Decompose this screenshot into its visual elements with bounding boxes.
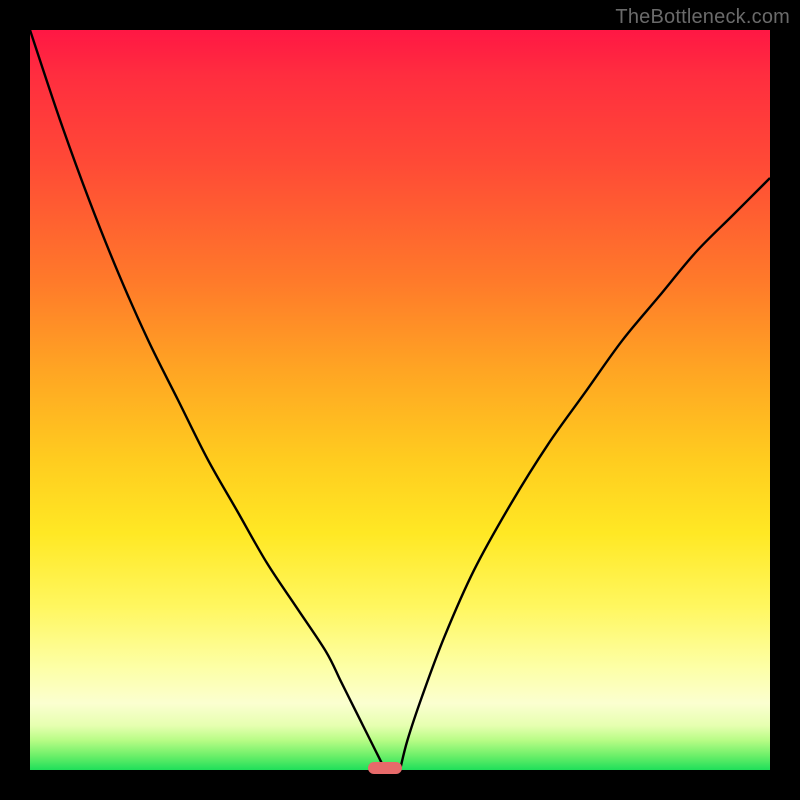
plot-area <box>30 30 770 770</box>
left-curve <box>30 30 385 770</box>
watermark-text: TheBottleneck.com <box>615 6 790 29</box>
right-curve <box>400 178 770 770</box>
chart-container: TheBottleneck.com <box>0 0 800 800</box>
curves-svg <box>30 30 770 770</box>
bottleneck-marker <box>368 762 402 774</box>
